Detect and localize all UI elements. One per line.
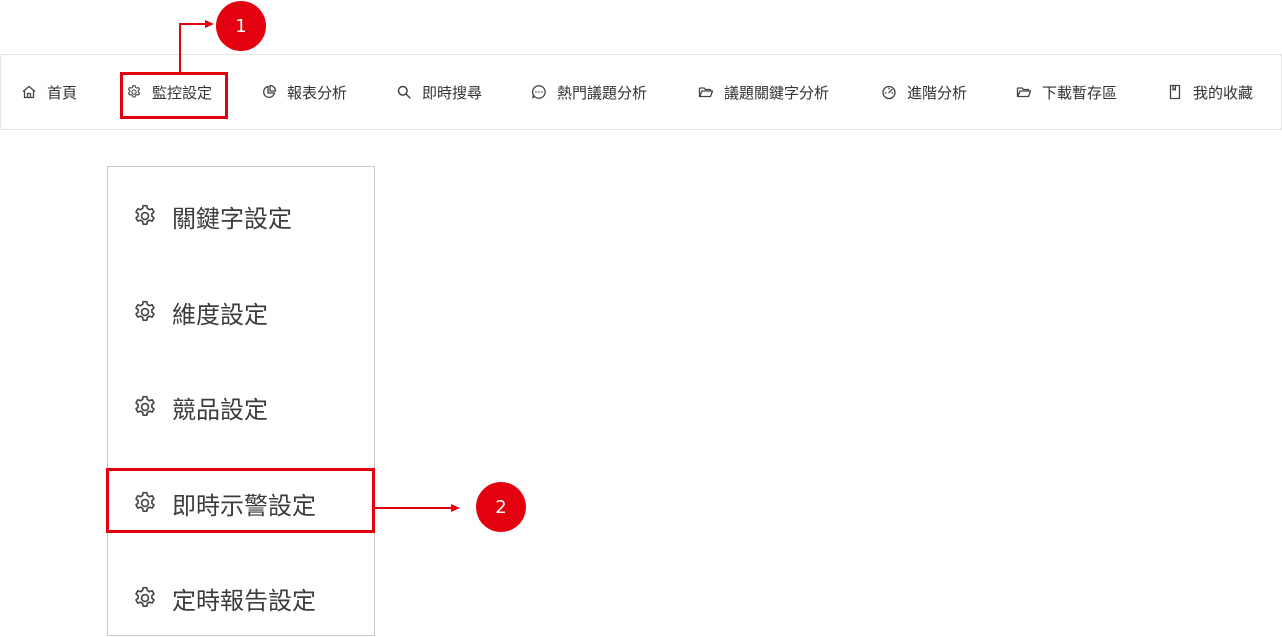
nav-item-report-analysis[interactable]: 報表分析 [261, 55, 347, 129]
nav-item-topic-keyword-analysis[interactable]: 議題關鍵字分析 [698, 55, 829, 129]
gear-icon [132, 585, 158, 611]
home-icon [21, 84, 37, 100]
dropdown-item-keyword-settings[interactable]: 關鍵字設定 [108, 186, 374, 246]
step1-highlight-box [120, 72, 228, 119]
gear-icon [132, 394, 158, 420]
dropdown-item-label: 關鍵字設定 [172, 204, 292, 233]
nav-item-label: 即時搜尋 [422, 83, 483, 102]
nav-item-my-favorites[interactable]: 我的收藏 [1167, 55, 1253, 129]
nav-item-advanced-analysis[interactable]: 進階分析 [881, 55, 967, 129]
nav-item-realtime-search[interactable]: 即時搜尋 [396, 55, 482, 129]
nav-item-label: 議題關鍵字分析 [724, 83, 830, 102]
step2-number: 2 [495, 496, 507, 518]
gauge-icon [881, 84, 897, 100]
dropdown-item-label: 競品設定 [172, 395, 268, 424]
nav-item-hot-topics[interactable]: 熱門議題分析 [531, 55, 647, 129]
dropdown-item-scheduled-report-settings[interactable]: 定時報告設定 [108, 568, 374, 628]
dropdown-item-dimension-settings[interactable]: 維度設定 [108, 282, 374, 342]
step1-arrowhead [205, 20, 214, 28]
chat-bubble-icon [531, 84, 547, 100]
nav-item-label: 下載暫存區 [1042, 83, 1118, 102]
nav-item-label: 進階分析 [907, 83, 968, 102]
nav-item-label: 我的收藏 [1193, 83, 1254, 102]
step2-arrowhead [451, 504, 460, 512]
dropdown-item-competitor-settings[interactable]: 競品設定 [108, 377, 374, 437]
nav-item-label: 報表分析 [287, 83, 348, 102]
folder-open-icon [1016, 84, 1032, 100]
step2-badge: 2 [476, 482, 526, 532]
dropdown-item-label: 定時報告設定 [172, 586, 316, 615]
search-icon [396, 84, 412, 100]
step1-number: 1 [235, 15, 247, 37]
step1-badge: 1 [216, 1, 266, 51]
nav-item-download-staging[interactable]: 下載暫存區 [1016, 55, 1117, 129]
gear-icon [132, 203, 158, 229]
dropdown-item-label: 維度設定 [172, 300, 268, 329]
folder-open-icon [698, 84, 714, 100]
gear-icon [132, 299, 158, 325]
nav-item-home[interactable]: 首頁 [21, 55, 77, 129]
monitor-settings-dropdown: 關鍵字設定 維度設定 競品設定 即時示警設定 定時報告設定 [107, 166, 375, 636]
nav-item-label: 熱門議題分析 [557, 83, 648, 102]
canvas: 首頁 監控設定 報表分析 即時搜尋 熱門議題分析 議題關鍵字分析 進階分析 下載… [0, 0, 1282, 637]
bookmark-icon [1167, 84, 1183, 100]
nav-item-label: 首頁 [47, 83, 78, 102]
step2-highlight-box [106, 468, 375, 533]
pie-chart-icon [261, 84, 277, 100]
